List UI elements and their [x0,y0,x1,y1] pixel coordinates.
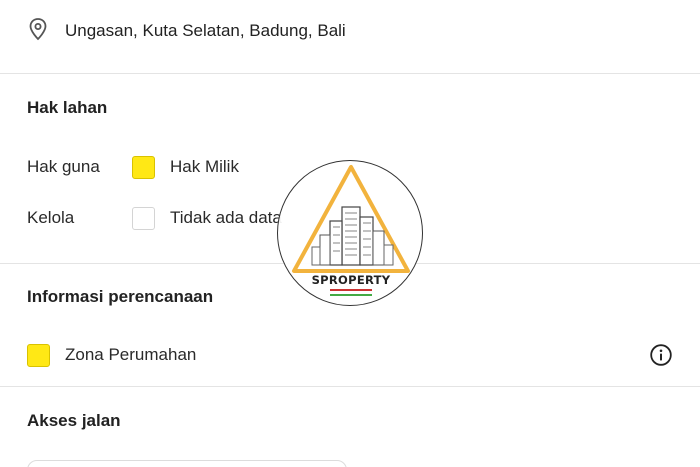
section-title-road-access: Akses jalan [27,411,121,430]
location-text: Ungasan, Kuta Selatan, Badung, Bali [65,21,346,40]
watermark-brand-text: SPROPERTY [311,273,391,287]
zone-label: Zona Perumahan [65,345,197,364]
info-icon[interactable] [650,344,672,366]
row-label: Hak guna [27,157,100,176]
section-title-land-rights: Hak lahan [27,98,108,117]
watermark-logo: SPROPERTY [277,160,423,306]
row-value: Hak Milik [170,157,239,176]
location-pin-icon [27,17,49,46]
section-title-planning: Informasi perencanaan [27,287,214,306]
planning-zone-row: Zona Perumahan [0,341,700,369]
legend-swatch-yellow [132,155,155,179]
legend-swatch-yellow [27,343,50,367]
row-value: Tidak ada data [170,208,282,227]
row-label: Kelola [27,208,75,227]
divider [0,73,700,74]
location-row: Ungasan, Kuta Selatan, Badung, Bali [0,12,700,50]
road-access-field[interactable] [27,460,347,467]
legend-swatch-empty [132,206,155,230]
divider [0,386,700,387]
